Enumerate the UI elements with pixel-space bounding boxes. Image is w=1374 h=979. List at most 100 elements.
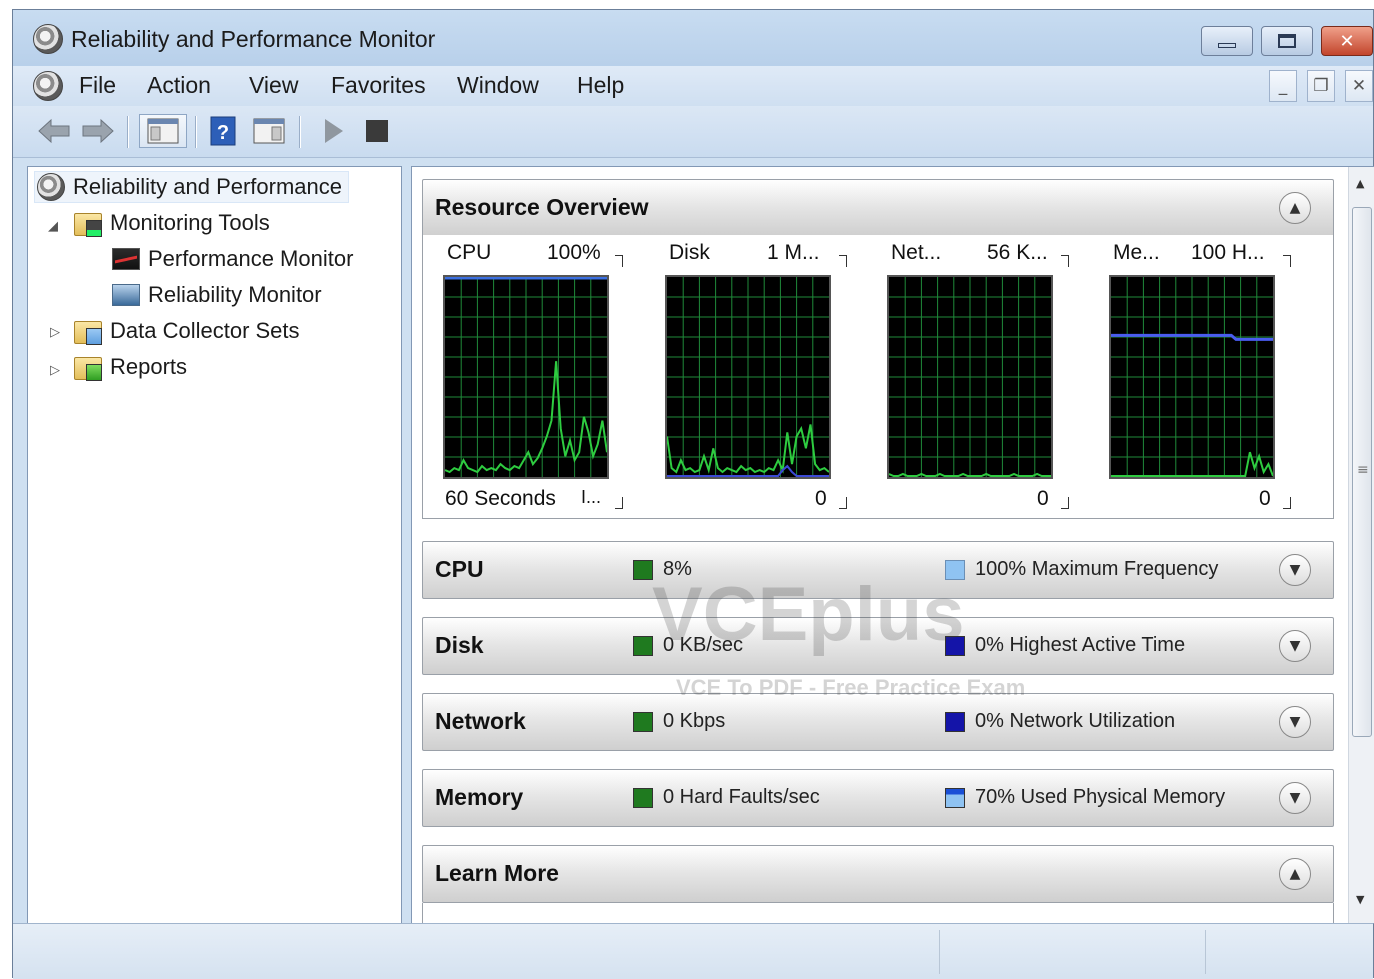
close-icon: ✕ — [1351, 76, 1367, 96]
graph-footer-right: 0 — [815, 487, 827, 510]
network-io-stat: 0 Kbps — [633, 710, 725, 733]
svg-text:?: ? — [217, 122, 229, 144]
graph-max: 56 K... — [987, 241, 1048, 264]
help-icon: ? — [210, 116, 236, 146]
tree-item-label: Reliability and Performance — [73, 174, 343, 199]
back-button[interactable] — [35, 114, 73, 148]
tree-item-label: Reports — [110, 354, 188, 379]
expand-chevron-icon[interactable]: ▼ — [1279, 554, 1311, 586]
stat-value: 70% Used Physical Memory — [975, 786, 1226, 808]
graph-screen — [443, 275, 609, 479]
tree-item-performance-monitor[interactable]: Performance Monitor — [112, 243, 353, 275]
resource-overview-graphs: CPU 100% 60 Seconds I... Disk 1 M... 0 N… — [422, 235, 1334, 519]
stat-value: 0% Network Utilization — [975, 710, 1176, 732]
show-hide-console-tree-button[interactable] — [139, 114, 187, 148]
grip-icon: ≡ — [1357, 462, 1369, 478]
network-utilization-stat: 0% Network Utilization — [945, 710, 1175, 733]
section-title: Disk — [435, 632, 484, 658]
restore-icon: ❐ — [1313, 76, 1329, 96]
stat-value: 0% Highest Active Time — [975, 634, 1186, 656]
expand-chevron-icon[interactable]: ▼ — [1279, 706, 1311, 738]
graph-label: Net... — [891, 241, 942, 264]
forward-arrow-icon — [82, 118, 114, 144]
graph-scale-bracket — [1061, 497, 1069, 509]
forward-button[interactable] — [79, 114, 117, 148]
console-tree-icon — [147, 118, 179, 144]
scrollbar-thumb[interactable]: ≡ — [1352, 207, 1372, 737]
resource-overview-header[interactable]: Resource Overview ▲ — [422, 179, 1334, 237]
menu-bar: File Action View Favorites Window Help _… — [13, 66, 1373, 106]
network-utilization-legend-swatch — [945, 711, 965, 732]
disk-io-legend-swatch — [633, 635, 653, 656]
menu-help[interactable]: Help — [577, 72, 624, 99]
learn-more-section-header[interactable]: Learn More ▲ — [422, 845, 1334, 903]
window-title: Reliability and Performance Monitor — [71, 26, 436, 52]
tree-item-reports[interactable]: Reports — [74, 351, 187, 383]
expand-arrow-icon[interactable]: ▷ — [50, 325, 60, 340]
graph-footer-right: 0 — [1037, 487, 1049, 510]
cpu-usage-legend-swatch — [633, 559, 653, 580]
stat-value: 100% Maximum Frequency — [975, 558, 1219, 580]
child-restore-button[interactable]: ❐ — [1307, 70, 1335, 102]
app-menu-icon[interactable] — [33, 71, 63, 101]
menu-view[interactable]: View — [249, 72, 298, 99]
tree-item-reliability-monitor[interactable]: Reliability Monitor — [112, 279, 322, 311]
resource-view: Resource Overview ▲ CPU 100% 60 Seconds … — [411, 166, 1374, 924]
stat-value: 0 Kbps — [663, 710, 726, 732]
app-icon — [33, 24, 63, 54]
tree-item-monitoring-tools[interactable]: Monitoring Tools — [74, 207, 270, 239]
section-title: Learn More — [435, 860, 559, 886]
menu-window[interactable]: Window — [457, 72, 539, 99]
menu-favorites[interactable]: Favorites — [331, 72, 426, 99]
tree-item-label: Reliability Monitor — [148, 282, 322, 307]
maximize-button[interactable] — [1261, 26, 1313, 56]
tree-item-label: Data Collector Sets — [110, 318, 300, 343]
vertical-scrollbar[interactable]: ▲ ≡ ▼ — [1348, 167, 1374, 923]
graph-max: 100 H... — [1191, 241, 1265, 264]
memory-faults-stat: 0 Hard Faults/sec — [633, 786, 820, 809]
console-tree: Reliability and Performance ◢ Monitoring… — [27, 166, 402, 924]
collapse-chevron-icon[interactable]: ▲ — [1279, 192, 1311, 224]
network-section-header[interactable]: Network 0 Kbps 0% Network Utilization ▼ — [422, 693, 1334, 751]
close-icon: ✕ — [1339, 30, 1355, 52]
stop-button[interactable] — [359, 114, 395, 148]
toolbar: ? — [13, 106, 1373, 158]
status-bar-divider — [1205, 930, 1206, 974]
graph-network: Net... 56 K... 0 — [879, 235, 1101, 519]
graph-scale-bracket — [839, 255, 847, 267]
start-button[interactable] — [315, 114, 351, 148]
close-button[interactable]: ✕ — [1321, 26, 1373, 56]
tree-item-data-collector-sets[interactable]: Data Collector Sets — [74, 315, 300, 347]
menu-action[interactable]: Action — [147, 72, 211, 99]
child-close-button[interactable]: ✕ — [1345, 70, 1373, 102]
graph-scale-bracket — [615, 497, 623, 509]
scroll-down-arrow-icon[interactable]: ▼ — [1356, 893, 1364, 906]
scroll-up-arrow-icon[interactable]: ▲ — [1356, 177, 1364, 190]
tree-item-label: Performance Monitor — [148, 246, 354, 271]
tree-item-reliability-and-performance[interactable]: Reliability and Performance — [34, 171, 350, 203]
collapse-chevron-icon[interactable]: ▲ — [1279, 858, 1311, 890]
minimize-button[interactable] — [1201, 26, 1253, 56]
graph-scale-bracket — [615, 255, 623, 267]
graph-label: Me... — [1113, 241, 1160, 264]
stat-value: 0 Hard Faults/sec — [663, 786, 820, 808]
child-minimize-button[interactable]: _ — [1269, 70, 1297, 102]
memory-faults-legend-swatch — [633, 787, 653, 808]
expand-arrow-icon[interactable]: ▷ — [50, 363, 60, 378]
reliability-performance-icon — [37, 173, 65, 201]
network-io-legend-swatch — [633, 711, 653, 732]
graph-scale-bracket — [839, 497, 847, 509]
expand-chevron-icon[interactable]: ▼ — [1279, 782, 1311, 814]
stop-icon — [366, 120, 388, 142]
reliability-monitor-icon — [112, 284, 140, 306]
collapse-arrow-icon[interactable]: ◢ — [48, 219, 58, 234]
menu-file[interactable]: File — [79, 72, 116, 99]
memory-used-stat: 70% Used Physical Memory — [945, 786, 1225, 809]
play-icon — [325, 119, 343, 143]
section-title: Memory — [435, 784, 524, 810]
expand-chevron-icon[interactable]: ▼ — [1279, 630, 1311, 662]
show-action-pane-button[interactable] — [249, 114, 289, 148]
memory-section-header[interactable]: Memory 0 Hard Faults/sec 70% Used Physic… — [422, 769, 1334, 827]
status-bar-divider — [939, 930, 940, 974]
help-button[interactable]: ? — [205, 114, 241, 148]
